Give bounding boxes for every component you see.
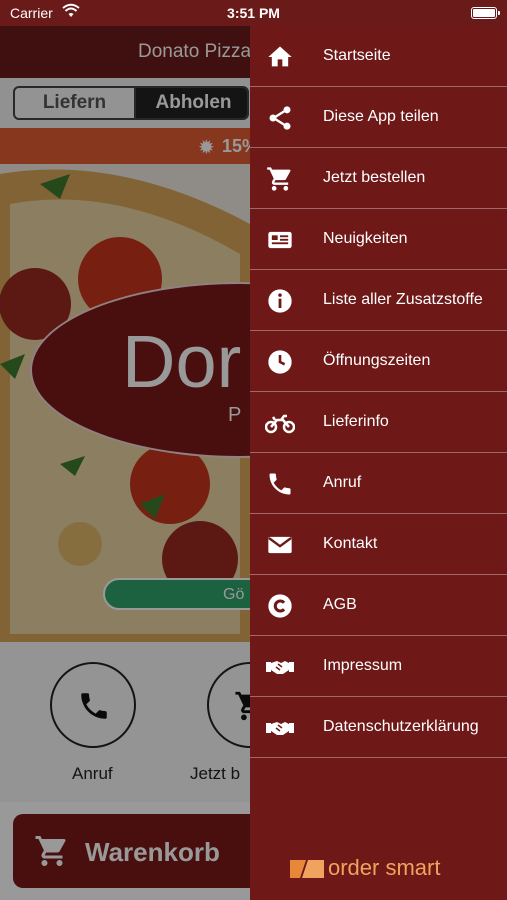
- home-icon: [265, 43, 295, 71]
- menu-item-terms[interactable]: AGB: [250, 575, 507, 636]
- menu-item-label: Impressum: [323, 657, 403, 674]
- cart-icon: [265, 165, 295, 193]
- menu-item-news[interactable]: Neuigkeiten: [250, 209, 507, 270]
- handshake-icon: [265, 714, 295, 742]
- copyright-icon: [265, 592, 295, 620]
- menu-item-call[interactable]: Anruf: [250, 453, 507, 514]
- phone-icon: [265, 470, 295, 498]
- menu-item-label: Öffnungszeiten: [323, 352, 431, 369]
- clock-icon: [265, 348, 295, 376]
- menu-item-label: Startseite: [323, 47, 391, 64]
- menu-item-startseite[interactable]: Startseite: [250, 26, 507, 87]
- menu-item-label: AGB: [323, 596, 357, 613]
- menu-item-opening-hours[interactable]: Öffnungszeiten: [250, 331, 507, 392]
- info-icon: [265, 287, 295, 315]
- share-icon: [265, 104, 295, 132]
- brand-mark-icon: [290, 860, 324, 878]
- menu-item-label: Datenschutzerklärung: [323, 718, 479, 735]
- menu-item-delivery-info[interactable]: Lieferinfo: [250, 392, 507, 453]
- clock-time: 3:51 PM: [227, 5, 280, 21]
- news-icon: [265, 226, 295, 254]
- envelope-icon: [265, 531, 295, 559]
- menu-item-label: Anruf: [323, 474, 362, 491]
- side-drawer: Startseite Diese App teilen Jetzt bestel…: [250, 26, 507, 900]
- menu-item-imprint[interactable]: Impressum: [250, 636, 507, 697]
- menu-item-label: Lieferinfo: [323, 413, 389, 430]
- status-bar: Carrier 3:51 PM: [0, 0, 507, 26]
- menu-item-order-now[interactable]: Jetzt bestellen: [250, 148, 507, 209]
- menu-item-label: Jetzt bestellen: [323, 169, 426, 186]
- menu-item-label: Kontakt: [323, 535, 378, 552]
- menu-item-label: Diese App teilen: [323, 108, 439, 125]
- menu-item-share-app[interactable]: Diese App teilen: [250, 87, 507, 148]
- handshake-icon: [265, 653, 295, 681]
- menu-item-additives[interactable]: Liste aller Zusatzstoffe: [250, 270, 507, 331]
- menu-item-label: Neuigkeiten: [323, 230, 408, 247]
- brand-name: order smart: [328, 855, 441, 880]
- menu-item-label: Liste aller Zusatzstoffe: [323, 291, 483, 308]
- motorbike-icon: [264, 409, 296, 437]
- menu-item-privacy[interactable]: Datenschutzerklärung: [250, 697, 507, 758]
- menu-item-contact[interactable]: Kontakt: [250, 514, 507, 575]
- battery-icon: [471, 7, 500, 19]
